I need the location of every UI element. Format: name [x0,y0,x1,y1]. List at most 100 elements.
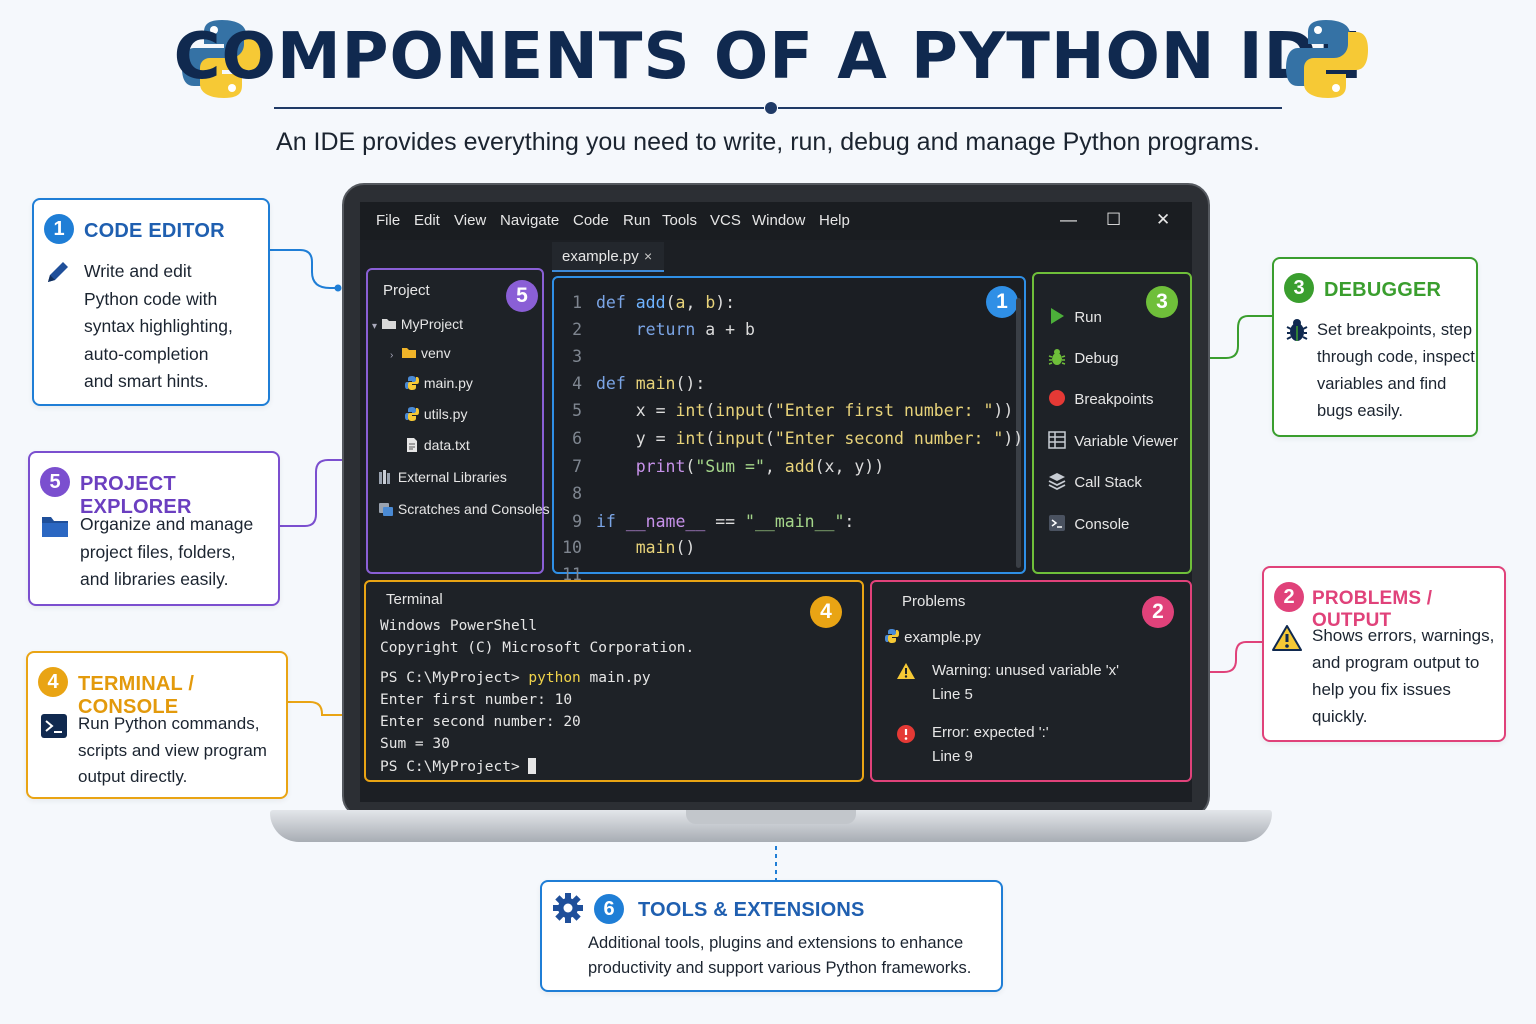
python-file-icon [404,375,420,394]
callout-number-badge: 1 [44,214,74,244]
callout-number-badge: 5 [40,467,70,497]
maximize-button[interactable]: ☐ [1106,210,1121,230]
callout-title: DEBUGGER [1324,279,1442,301]
callout-number-badge: 4 [38,667,68,697]
callout-code-editor: 1 CODE EDITOR Write and edit Python code … [32,198,270,406]
tree-item-myproject[interactable]: ▾ MyProject [372,316,463,333]
terminal-badge: 4 [810,596,842,628]
callout-number-badge: 6 [594,894,624,924]
menu-edit[interactable]: Edit [414,212,440,229]
callout-terminal: 4 TERMINAL / CONSOLE Run Python commands… [26,651,288,799]
warning-icon [1272,624,1302,657]
error-item[interactable]: Error: expected ':' [932,724,1049,741]
terminal-line: Copyright (C) Microsoft Corporation. [380,640,695,656]
terminal-cursor [528,758,537,774]
stack-icon [1048,472,1066,494]
text-file-icon [404,437,420,456]
close-window-button[interactable]: ✕ [1156,210,1170,230]
folder-icon [401,346,417,362]
callout-description: Shows errors, warnings, and program outpu… [1312,626,1495,726]
callout-title: TOOLS & EXTENSIONS [638,899,865,921]
problems-badge: 2 [1142,596,1174,628]
menu-view[interactable]: View [454,212,486,229]
folder-icon [381,317,397,333]
terminal-icon [40,713,68,744]
terminal-prompt-line: PS C:\MyProject> [380,758,537,775]
tree-item-utils-py[interactable]: utils.py [404,406,467,425]
terminal-line: Enter second number: 20 [380,714,581,730]
tab-close-icon[interactable]: × [644,248,652,264]
terminal-prompt-line: PS C:\MyProject> python main.py [380,670,651,686]
menu-bar: File Edit View Navigate Code Run Tools V… [360,202,1192,240]
callout-debugger: 3 DEBUGGER Set breakpoints, step through … [1272,257,1478,437]
python-file-icon [404,406,420,425]
python-file-icon [884,628,900,648]
folder-icon [40,513,70,544]
callout-number-badge: 2 [1274,582,1304,612]
callout-description: Set breakpoints, step through code, inspe… [1317,321,1475,420]
terminal-line: Windows PowerShell [380,618,538,634]
error-icon [896,724,916,749]
terminal-line: Enter first number: 10 [380,692,573,708]
table-icon [1048,431,1066,453]
variable-viewer-button[interactable]: Variable Viewer [1048,431,1178,453]
tab-label: example.py [562,248,639,265]
tree-item-scratches[interactable]: Scratches and Consoles [378,501,550,520]
callout-description: Organize and manage project files, folder… [80,514,254,589]
menu-run[interactable]: Run [623,212,651,229]
editor-badge: 1 [986,286,1018,318]
warning-icon [896,662,916,685]
tree-item-main-py[interactable]: main.py [404,375,473,394]
call-stack-button[interactable]: Call Stack [1048,472,1142,494]
tree-item-venv[interactable]: › venv [390,345,451,362]
tree-item-external-libraries[interactable]: External Libraries [378,469,507,488]
gear-icon [552,892,584,929]
terminal-line: Sum = 30 [380,736,450,752]
console-button[interactable]: Console [1048,514,1129,536]
callout-number-badge: 3 [1284,273,1314,303]
scratches-icon [378,501,394,520]
library-icon [378,469,394,488]
terminal-panel[interactable]: Terminal 4 Windows PowerShell Copyright … [364,580,864,782]
error-line: Line 9 [932,748,973,765]
callout-tools-extensions: 6 TOOLS & EXTENSIONS Additional tools, p… [540,880,1003,992]
code-editor-panel[interactable]: 1 1 def add(a, b): 2 return a + b 3 4 def … [552,276,1026,584]
laptop-notch [686,810,856,824]
menu-code[interactable]: Code [573,212,609,229]
project-header: Project [383,282,430,299]
minimize-button[interactable]: — [1060,210,1077,230]
bug-icon [1284,317,1310,348]
project-panel: Project 5 ▾ MyProject › venv main.py uti… [366,268,550,574]
problems-file[interactable]: example.py [884,628,981,648]
pencil-icon [44,258,72,291]
ide-window: File Edit View Navigate Code Run Tools V… [360,202,1192,802]
tree-item-data-txt[interactable]: data.txt [404,437,470,456]
run-button[interactable]: Run [1048,307,1102,329]
console-icon [1048,514,1066,536]
debugger-badge: 3 [1146,286,1178,318]
callout-project-explorer: 5 PROJECT EXPLORER Organize and manage pr… [28,451,280,606]
tab-example-py[interactable]: example.py × [552,242,664,272]
callout-description: Run Python commands, scripts and view pro… [78,714,267,786]
warning-item[interactable]: Warning: unused variable 'x' [932,662,1119,679]
debugger-panel: 3 Run Debug Breakpoints Variable Viewer … [1032,272,1192,574]
project-badge: 5 [506,280,538,312]
problems-header: Problems [902,593,966,610]
menu-tools[interactable]: Tools [662,212,697,229]
menu-window[interactable]: Window [752,212,805,229]
callout-description: Write and edit Python code with syntax hig… [84,261,233,391]
breakpoint-icon [1048,389,1066,411]
menu-navigate[interactable]: Navigate [500,212,559,229]
menu-file[interactable]: File [376,212,400,229]
problems-panel: Problems 2 example.py Warning: unused va… [870,580,1192,782]
menu-vcs[interactable]: VCS [710,212,741,229]
play-icon [1048,307,1066,329]
callout-description: Additional tools, plugins and extensions… [588,934,972,977]
bug-icon [1048,348,1066,370]
callout-title: CODE EDITOR [84,220,225,242]
breakpoints-button[interactable]: Breakpoints [1048,389,1154,411]
warning-line: Line 5 [932,686,973,703]
menu-help[interactable]: Help [819,212,850,229]
callout-problems-output: 2 PROBLEMS / OUTPUT Shows errors, warnin… [1262,566,1506,742]
debug-button[interactable]: Debug [1048,348,1119,370]
